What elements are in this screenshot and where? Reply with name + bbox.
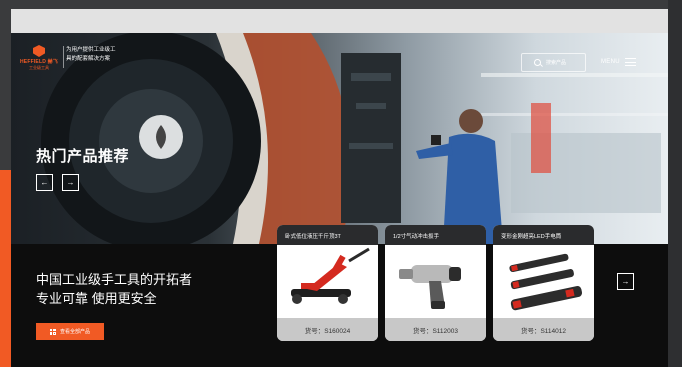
- product-card[interactable]: 卧式低位液压千斤顶3T 货号：S160024: [277, 225, 378, 341]
- cta-label: 查看全部产品: [59, 329, 90, 335]
- top-bar: [11, 9, 668, 33]
- grid-icon: [49, 328, 56, 335]
- promo-slogan: 中国工业级手工具的开拓者 专业可靠 使用更安全: [36, 270, 192, 308]
- product-image-impact-wrench: [385, 245, 486, 319]
- slogan-line-1: 中国工业级手工具的开拓者: [36, 272, 193, 287]
- slogan-line-2: 专业可靠 使用更安全: [36, 291, 157, 306]
- header-divider: [63, 46, 64, 68]
- arrow-right-icon: →: [621, 277, 630, 286]
- product-name: 卧式低位液压千斤顶3T: [277, 225, 378, 245]
- hero-title: 热门产品推荐: [36, 148, 130, 165]
- product-code: 货号：S112003: [385, 318, 486, 341]
- product-card[interactable]: 1/2寸气动冲击扳手 货号：S112003: [385, 225, 486, 341]
- hamburger-menu-icon[interactable]: [625, 58, 636, 66]
- search-placeholder: 搜索产品: [546, 60, 567, 66]
- right-edge-strip: [668, 0, 682, 367]
- brand-logo[interactable]: HEFFIELD 赫飞 工业级工具: [19, 45, 59, 79]
- next-slide-button[interactable]: →: [62, 174, 79, 191]
- view-all-products-button[interactable]: 查看全部产品: [36, 323, 104, 340]
- menu-label[interactable]: MENU: [601, 59, 620, 65]
- arrow-left-icon: ←: [40, 178, 49, 187]
- carousel-next-button[interactable]: →: [617, 273, 634, 290]
- product-image-floor-jack: [277, 245, 378, 319]
- brand-tagline: 为用户提供工业级工具的配套解决方案: [66, 47, 116, 62]
- search-icon: [534, 59, 541, 66]
- hero-banner: HEFFIELD 赫飞 工业级工具 为用户提供工业级工具的配套解决方案 搜索产品…: [11, 33, 668, 244]
- product-name: 变形金刚超亮LED手电筒: [493, 225, 594, 245]
- prev-slide-button[interactable]: ←: [36, 174, 53, 191]
- product-code: 货号：S160024: [277, 318, 378, 341]
- left-accent-strip: [0, 170, 11, 367]
- arrow-right-icon: →: [66, 178, 75, 187]
- product-image-flashlights: [493, 245, 594, 319]
- product-card[interactable]: 变形金刚超亮LED手电筒 货号：S114012: [493, 225, 594, 341]
- page: HEFFIELD 赫飞 工业级工具 为用户提供工业级工具的配套解决方案 搜索产品…: [0, 0, 682, 367]
- product-code: 货号：S114012: [493, 318, 594, 341]
- search-box[interactable]: 搜索产品: [521, 53, 586, 72]
- product-name: 1/2寸气动冲击扳手: [385, 225, 486, 245]
- logo-shield-icon: [33, 45, 45, 57]
- brand-sub: 工业级工具: [29, 65, 49, 70]
